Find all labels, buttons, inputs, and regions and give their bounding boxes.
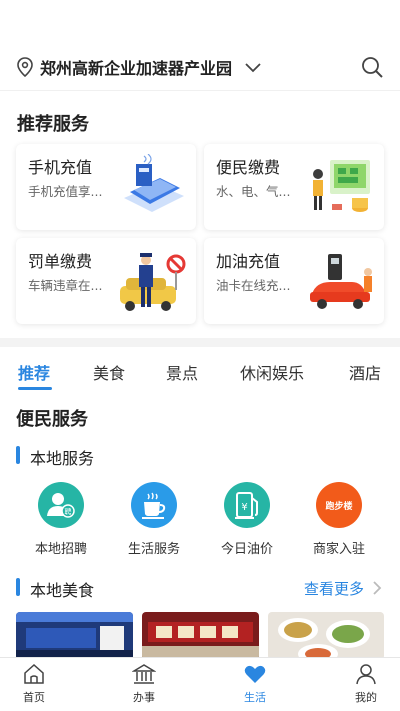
view-more-link[interactable]: 查看更多 <box>304 578 364 599</box>
card-title: 手机充值 <box>28 158 93 177</box>
card-title: 罚单缴费 <box>28 252 93 271</box>
recommend-title: 推荐服务 <box>17 114 89 135</box>
nav-mine[interactable]: 我的 <box>336 662 396 705</box>
card-title: 便民缴费 <box>216 158 281 177</box>
chevron-down-icon[interactable] <box>244 61 262 73</box>
section-bar <box>16 446 20 464</box>
tab-hotel[interactable]: 酒店 <box>349 360 381 384</box>
local-food-title: 本地美食 <box>30 581 95 600</box>
service-label: 本地招聘 <box>34 542 87 557</box>
card-fuel-recharge[interactable]: 加油充值 油卡在线充... <box>204 238 384 324</box>
food-photo-3[interactable] <box>268 612 384 660</box>
card-subtitle: 水、电、气... <box>216 184 291 199</box>
oil-price-icon-text: ¥ <box>241 502 247 513</box>
card-subtitle: 油卡在线充... <box>216 278 291 293</box>
location-name[interactable]: 郑州高新企业加速器产业园 <box>40 55 232 79</box>
nav-life[interactable]: 生活 <box>225 662 285 705</box>
header: 郑州高新企业加速器产业园 <box>0 0 400 90</box>
service-life[interactable]: 生活服务 <box>114 482 194 557</box>
fuel-station-illustration <box>310 254 372 309</box>
utility-payment-illustration <box>313 160 370 212</box>
nav-label: 首页 <box>23 691 45 704</box>
card-subtitle: 手机充值享... <box>28 184 103 199</box>
card-utility-payment[interactable]: 便民缴费 水、电、气... <box>204 144 384 230</box>
section-bar <box>16 578 20 596</box>
local-jobs-icon-text: 聘 <box>65 507 72 516</box>
location-pin-icon <box>17 57 33 77</box>
search-icon[interactable] <box>360 55 384 79</box>
food-photo-2[interactable] <box>142 612 259 660</box>
service-merchant-join[interactable]: 跑步楼 商家入驻 <box>299 482 379 557</box>
nav-label: 办事 <box>133 691 155 704</box>
phone-recharge-illustration <box>124 154 184 212</box>
nav-label: 我的 <box>355 691 377 704</box>
tab-active-indicator <box>18 387 52 390</box>
service-label: 生活服务 <box>127 542 180 557</box>
chevron-right-icon[interactable] <box>372 580 382 596</box>
tab-leisure[interactable]: 休闲娱乐 <box>240 360 304 384</box>
local-jobs-icon: 聘 <box>38 482 84 528</box>
card-title: 加油充值 <box>216 252 281 271</box>
bottom-navigation: 首页 办事 生活 我的 <box>0 657 400 711</box>
service-local-jobs[interactable]: 聘 本地招聘 <box>21 482 101 557</box>
card-subtitle: 车辆违章在... <box>28 278 103 293</box>
nav-label: 生活 <box>244 691 266 704</box>
merchant-logo-text: 跑步楼 <box>325 500 352 512</box>
nav-home[interactable]: 首页 <box>4 662 64 705</box>
section-separator <box>0 338 400 347</box>
food-photo-1[interactable] <box>16 612 133 660</box>
user-icon <box>356 664 376 685</box>
tab-scenic[interactable]: 景点 <box>166 360 198 384</box>
home-icon <box>24 663 44 684</box>
service-oil-price[interactable]: ¥ 今日油价 <box>207 482 287 557</box>
location-selector[interactable]: 郑州高新企业加速器产业园 <box>16 52 384 82</box>
tab-food[interactable]: 美食 <box>93 360 125 384</box>
nav-affairs[interactable]: 办事 <box>114 662 174 705</box>
card-ticket-payment[interactable]: 罚单缴费 车辆违章在... <box>16 238 196 324</box>
traffic-police-illustration <box>120 253 186 311</box>
government-building-icon <box>132 664 156 684</box>
service-label: 商家入驻 <box>312 542 365 557</box>
merchant-logo-icon: 跑步楼 <box>316 482 362 528</box>
coffee-cup-icon <box>131 482 177 528</box>
heart-icon <box>244 665 266 683</box>
header-divider <box>0 90 400 91</box>
service-label: 今日油价 <box>220 542 273 557</box>
tab-recommend[interactable]: 推荐 <box>18 360 50 384</box>
local-services-title: 本地服务 <box>30 449 95 468</box>
fuel-pump-icon: ¥ <box>224 482 270 528</box>
category-tabs: 推荐 美食 景点 休闲娱乐 酒店 <box>0 360 400 390</box>
card-phone-recharge[interactable]: 手机充值 手机充值享... <box>16 144 196 230</box>
convenience-title: 便民服务 <box>16 409 88 430</box>
